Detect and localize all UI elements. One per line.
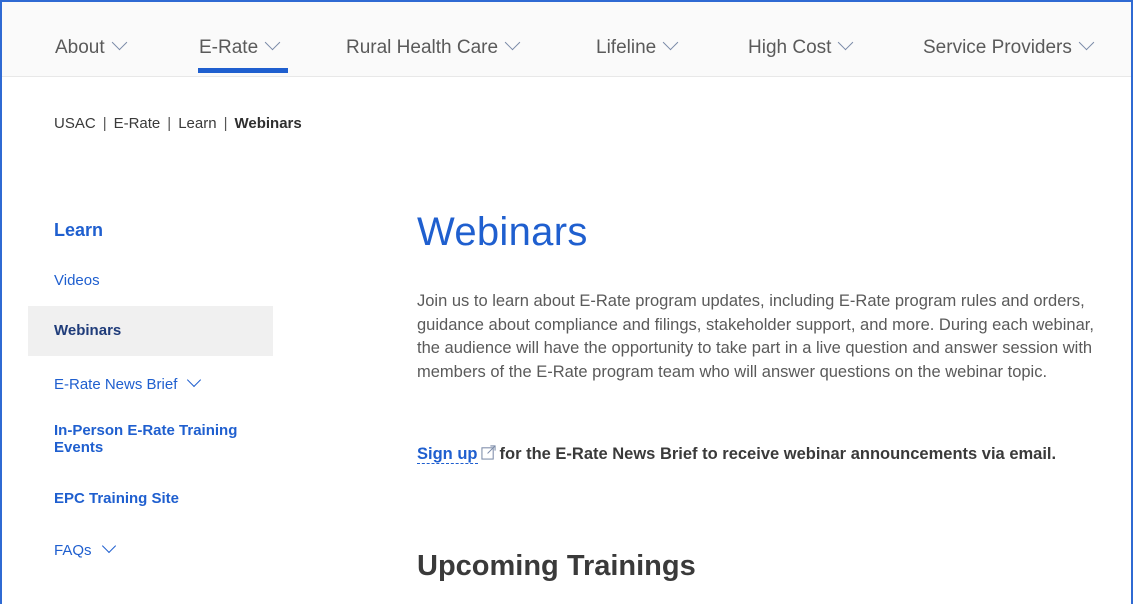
top-navigation: About E-Rate Rural Health Care Lifeline … xyxy=(2,2,1131,77)
external-link-icon xyxy=(480,445,496,460)
breadcrumb-separator: | xyxy=(102,115,107,132)
nav-item-lifeline[interactable]: Lifeline xyxy=(596,34,679,60)
nav-item-label: Lifeline xyxy=(596,37,657,58)
nav-item-rural-health-care[interactable]: Rural Health Care xyxy=(346,34,521,60)
signup-text: for the E-Rate News Brief to receive web… xyxy=(499,445,1057,463)
chevron-down-icon xyxy=(504,34,521,51)
nav-item-about[interactable]: About xyxy=(55,34,127,60)
breadcrumb-separator: | xyxy=(223,115,228,132)
chevron-down-icon xyxy=(662,34,679,51)
nav-item-service-providers[interactable]: Service Providers xyxy=(923,34,1095,60)
sidebar-title[interactable]: Learn xyxy=(54,220,103,241)
sidebar-item-label: In-Person E-Rate Training Events xyxy=(54,422,238,456)
sidebar-item-epc-training-site[interactable]: EPC Training Site xyxy=(28,490,273,510)
sidebar-item-label: Videos xyxy=(54,272,100,289)
sidebar-item-in-person-training-events[interactable]: In-Person E-Rate Training Events xyxy=(28,422,258,456)
chevron-down-icon xyxy=(1078,34,1095,51)
sidebar-item-webinars[interactable]: Webinars xyxy=(28,306,273,356)
nav-item-label: High Cost xyxy=(748,37,832,58)
sidebar-item-label: EPC Training Site xyxy=(54,490,180,507)
sidebar-item-label: E-Rate News Brief xyxy=(54,376,178,393)
breadcrumb: USAC | E-Rate | Learn | Webinars xyxy=(54,115,302,132)
sidebar-item-faqs[interactable]: FAQs xyxy=(28,538,273,562)
sidebar-item-label: FAQs xyxy=(54,542,92,559)
sidebar-item-videos[interactable]: Videos xyxy=(28,272,273,292)
breadcrumb-current: Webinars xyxy=(234,115,302,132)
intro-paragraph: Join us to learn about E-Rate program up… xyxy=(417,292,1094,381)
nav-item-label: About xyxy=(55,37,105,58)
nav-active-indicator xyxy=(198,68,288,73)
breadcrumb-link-e-rate[interactable]: E-Rate xyxy=(114,115,161,132)
page-title: Webinars xyxy=(417,210,588,254)
signup-link[interactable]: Sign up xyxy=(417,445,478,464)
chevron-down-icon[interactable] xyxy=(101,538,116,554)
chevron-down-icon[interactable] xyxy=(187,372,202,388)
breadcrumb-link-usac[interactable]: USAC xyxy=(54,115,96,132)
sidebar-item-e-rate-news-brief[interactable]: E-Rate News Brief xyxy=(28,372,273,396)
signup-paragraph: Sign up for the E-Rate News Brief to rec… xyxy=(417,443,1097,467)
section-title-upcoming-trainings: Upcoming Trainings xyxy=(417,550,696,582)
browser-frame: About E-Rate Rural Health Care Lifeline … xyxy=(0,0,1133,604)
nav-item-label: Service Providers xyxy=(923,37,1072,58)
chevron-down-icon xyxy=(264,34,281,51)
nav-item-label: Rural Health Care xyxy=(346,37,499,58)
nav-item-high-cost[interactable]: High Cost xyxy=(748,34,854,60)
nav-item-e-rate[interactable]: E-Rate xyxy=(199,34,281,60)
chevron-down-icon xyxy=(111,34,127,51)
breadcrumb-link-learn[interactable]: Learn xyxy=(178,115,216,132)
breadcrumb-separator: | xyxy=(167,115,172,132)
nav-item-label: E-Rate xyxy=(199,37,259,58)
chevron-down-icon xyxy=(838,34,854,51)
sidebar-item-label: Webinars xyxy=(54,322,122,339)
